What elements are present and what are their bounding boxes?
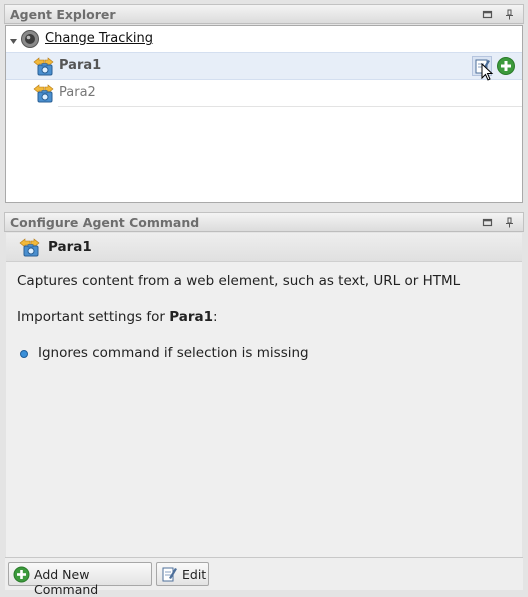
edit-label: Edit	[182, 567, 207, 582]
bottom-toolbar: Add New Command Edit	[5, 557, 523, 597]
add-new-command-button[interactable]: Add New Command	[8, 562, 152, 597]
command-description-area: Captures content from a web element, suc…	[6, 262, 522, 557]
capture-command-icon	[19, 237, 40, 257]
tree-item-label[interactable]: Para1	[59, 58, 101, 73]
agent-explorer-title: Agent Explorer	[10, 7, 116, 22]
configure-command-header: Configure Agent Command	[4, 212, 524, 232]
collapse-arrow-icon[interactable]	[10, 35, 18, 44]
tree-item-para1[interactable]: Para1	[6, 52, 522, 81]
tree-root-label[interactable]: Change Tracking	[45, 31, 153, 46]
add-icon[interactable]	[496, 56, 516, 76]
globe-icon	[20, 29, 40, 49]
tree-item-label[interactable]: Para2	[59, 85, 96, 100]
pin-icon[interactable]	[504, 217, 515, 228]
configure-command-title: Configure Agent Command	[10, 215, 200, 230]
bullet-icon	[20, 350, 28, 358]
maximize-icon[interactable]	[482, 217, 493, 228]
command-description: Captures content from a web element, suc…	[17, 273, 461, 289]
maximize-icon[interactable]	[482, 9, 493, 20]
command-name: Para1	[48, 239, 92, 255]
agent-explorer-header: Agent Explorer	[4, 4, 524, 24]
command-title-bar: Para1	[6, 233, 522, 262]
row-divider	[58, 106, 522, 107]
add-icon	[13, 566, 30, 583]
setting-text: Ignores command if selection is missing	[38, 345, 309, 361]
pin-icon[interactable]	[504, 9, 515, 20]
tree-root-change-tracking[interactable]: Change Tracking	[6, 26, 522, 52]
settings-heading-name: Para1	[169, 309, 214, 325]
edit-icon	[161, 566, 178, 583]
tree-item-para2[interactable]: Para2	[6, 80, 522, 106]
capture-command-icon	[33, 83, 54, 103]
agent-explorer-tree: Change Tracking Para1 Para2	[5, 25, 523, 203]
settings-heading-suffix: :	[213, 309, 218, 325]
capture-command-icon	[33, 56, 54, 76]
add-new-command-label: Add New Command	[34, 567, 99, 597]
settings-heading: Important settings for Para1:	[17, 309, 218, 325]
edit-button[interactable]: Edit	[156, 562, 209, 586]
settings-heading-prefix: Important settings for	[17, 309, 170, 325]
